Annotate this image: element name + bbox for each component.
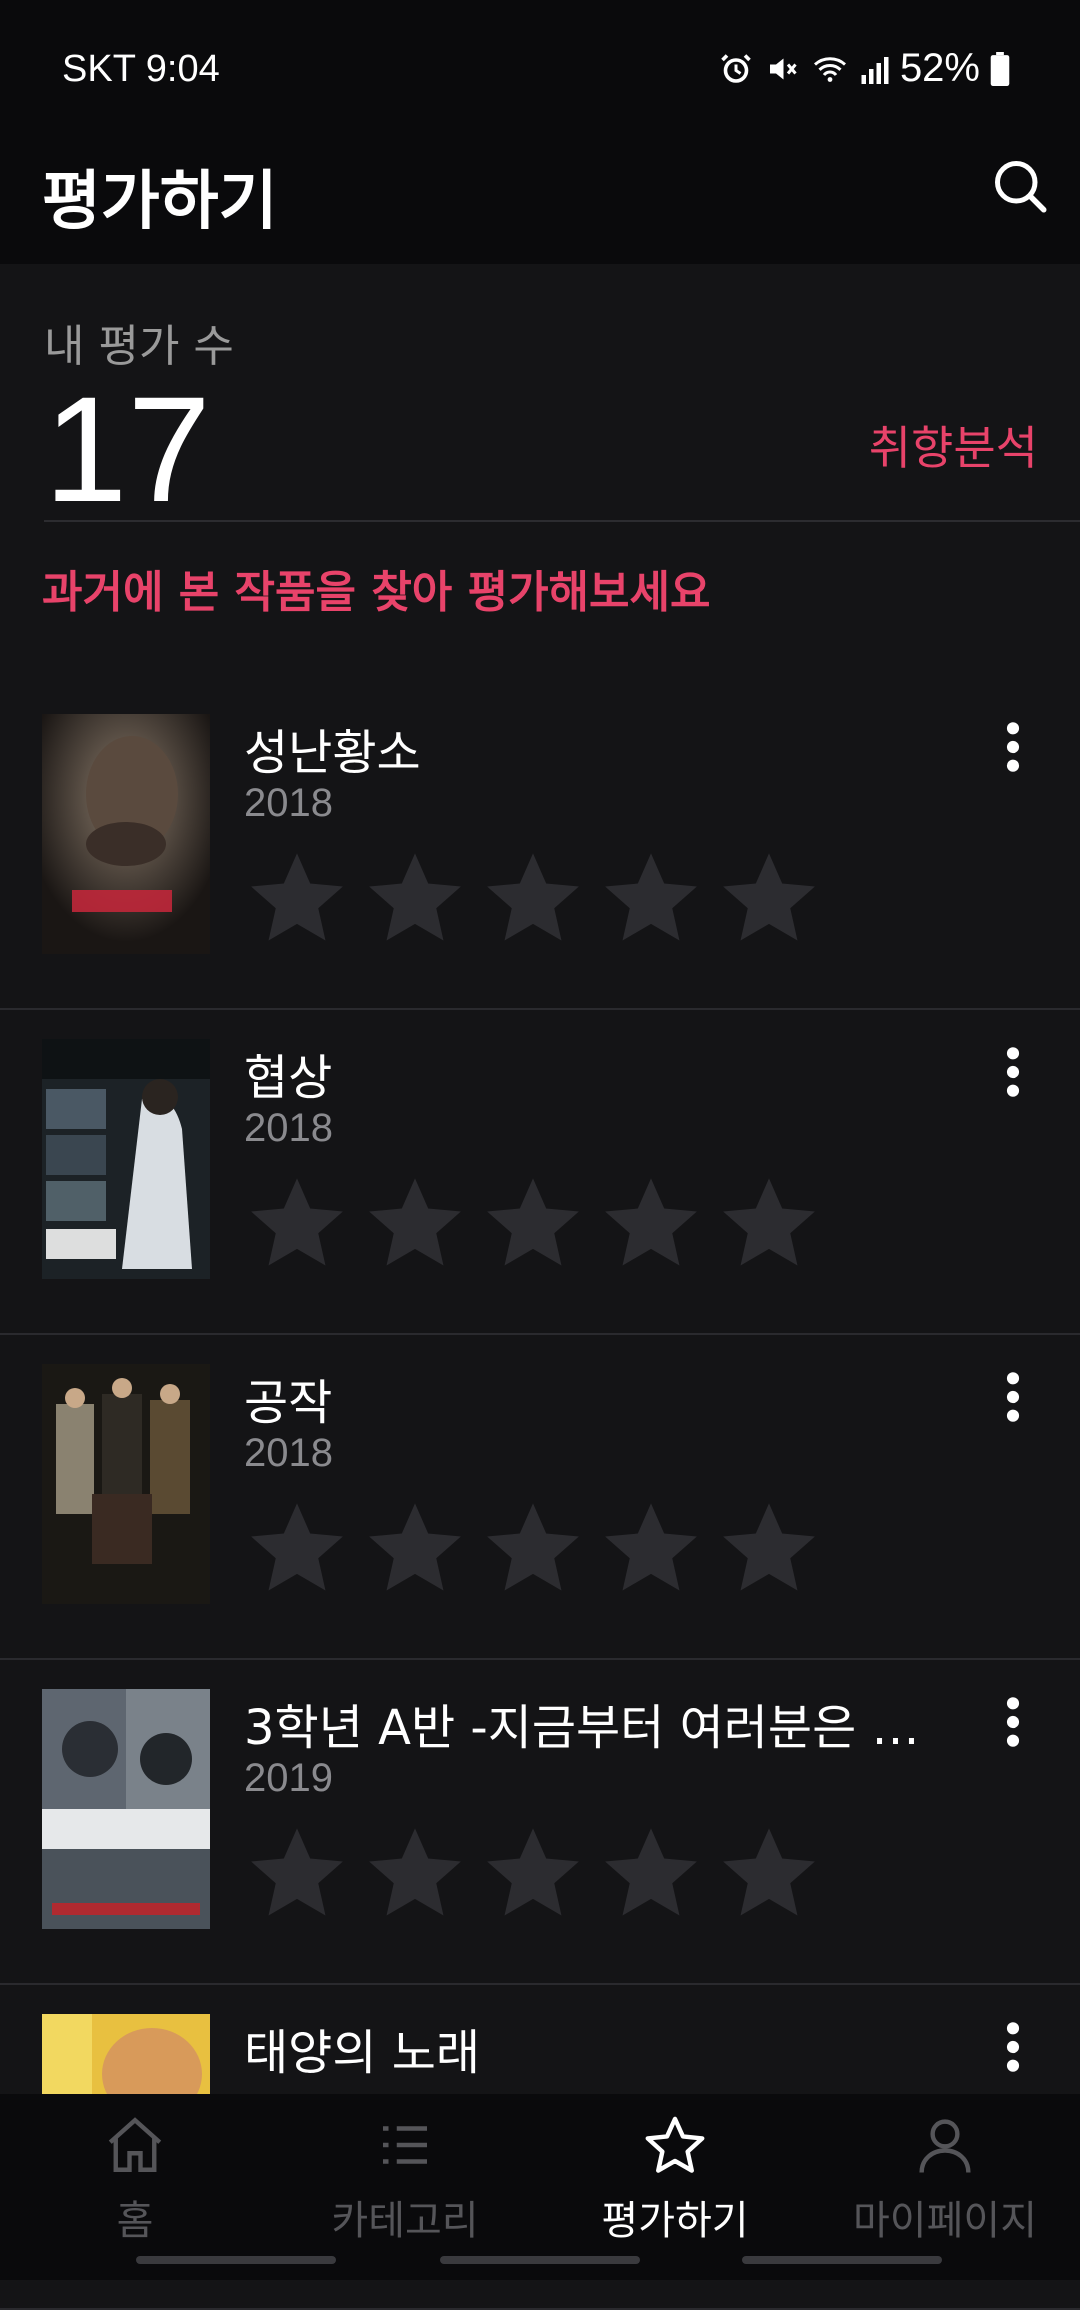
list-item[interactable]: 성난황소 2018 [0, 685, 1080, 1010]
poster-image[interactable] [42, 1039, 210, 1279]
star-icon[interactable] [718, 1497, 820, 1599]
star-rating[interactable] [246, 1497, 820, 1599]
movie-title: 태양의 노래 [244, 2025, 481, 2081]
star-icon[interactable] [600, 1172, 702, 1274]
gesture-bar [136, 2256, 336, 2264]
divider [44, 520, 1080, 522]
star-icon[interactable] [364, 1822, 466, 1924]
carrier-time: SKT 9:04 [62, 48, 220, 90]
movie-year: 2018 [244, 1431, 333, 1475]
movie-title: 협상 [244, 1050, 333, 1106]
signal-icon [861, 56, 889, 84]
star-icon[interactable] [482, 1172, 584, 1274]
battery-percent: 52% [899, 46, 980, 90]
star-icon[interactable] [246, 1822, 348, 1924]
nav-category[interactable]: 카테고리 [270, 2112, 540, 2246]
star-icon[interactable] [600, 847, 702, 949]
star-icon[interactable] [246, 1497, 348, 1599]
nav-label: 마이페이지 [853, 2198, 1037, 2244]
star-icon[interactable] [718, 847, 820, 949]
mute-icon [769, 58, 797, 79]
star-rating[interactable] [246, 1172, 820, 1274]
movie-title: 공작 [244, 1375, 333, 1431]
movie-list: 성난황소 2018 협상 2018 공작 2018 3학년 A반 -지금부터 여… [0, 685, 1080, 2310]
rating-prompt: 과거에 본 작품을 찾아 평가해보세요 [42, 567, 711, 618]
star-icon[interactable] [600, 1822, 702, 1924]
nav-mypage[interactable]: 마이페이지 [810, 2112, 1080, 2246]
bottom-nav: 홈 카테고리 평가하기 마이페이지 [0, 2094, 1080, 2280]
list-icon [383, 2126, 427, 2164]
star-rating[interactable] [246, 847, 820, 949]
more-options-icon[interactable] [998, 1044, 1028, 1100]
gesture-bar [440, 2256, 640, 2264]
nav-rate[interactable]: 평가하기 [540, 2112, 810, 2246]
list-item[interactable]: 3학년 A반 -지금부터 여러분은 인… 2019 [0, 1660, 1080, 1985]
star-icon[interactable] [600, 1497, 702, 1599]
star-icon[interactable] [364, 847, 466, 949]
alarm-icon [721, 53, 751, 83]
search-icon[interactable] [990, 156, 1050, 216]
movie-year: 2018 [244, 781, 333, 825]
list-item[interactable]: 협상 2018 [0, 1010, 1080, 1335]
star-icon[interactable] [482, 1822, 584, 1924]
rating-summary: 내 평가 수 17 취향분석 [0, 264, 1080, 524]
wifi-icon [813, 56, 846, 82]
star-icon[interactable] [482, 847, 584, 949]
nav-home[interactable]: 홈 [0, 2112, 270, 2246]
star-icon[interactable] [364, 1172, 466, 1274]
taste-analysis-link[interactable]: 취향분석 [869, 412, 1038, 478]
star-icon[interactable] [718, 1172, 820, 1274]
battery-icon [990, 51, 1010, 86]
nav-label: 평가하기 [601, 2198, 749, 2244]
poster-image[interactable] [42, 1689, 210, 1929]
nav-label: 홈 [116, 2198, 154, 2244]
status-icons: 52% [718, 46, 1010, 91]
app-header: 평가하기 [0, 100, 1080, 264]
star-icon[interactable] [246, 847, 348, 949]
poster-image[interactable] [42, 1364, 210, 1604]
star-icon[interactable] [482, 1497, 584, 1599]
nav-label: 카테고리 [331, 2198, 479, 2244]
poster-image[interactable] [42, 714, 210, 954]
star-rating[interactable] [246, 1822, 820, 1924]
home-icon [108, 2117, 162, 2172]
movie-title: 3학년 A반 -지금부터 여러분은 인… [244, 1700, 944, 1756]
movie-year: 2019 [244, 1756, 333, 1800]
more-options-icon[interactable] [998, 2019, 1028, 2075]
rating-count: 17 [44, 365, 211, 533]
star-icon[interactable] [718, 1822, 820, 1924]
movie-year: 2018 [244, 1106, 333, 1150]
more-options-icon[interactable] [998, 719, 1028, 775]
person-icon [919, 2119, 971, 2173]
page-title: 평가하기 [42, 165, 278, 239]
star-icon [645, 2116, 705, 2173]
list-item[interactable]: 공작 2018 [0, 1335, 1080, 1660]
more-options-icon[interactable] [998, 1694, 1028, 1750]
more-options-icon[interactable] [998, 1369, 1028, 1425]
star-icon[interactable] [246, 1172, 348, 1274]
movie-title: 성난황소 [244, 725, 421, 781]
star-icon[interactable] [364, 1497, 466, 1599]
gesture-bar [742, 2256, 942, 2264]
